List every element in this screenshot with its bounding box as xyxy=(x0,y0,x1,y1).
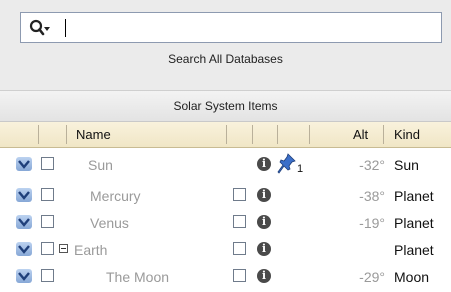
row-checkbox[interactable] xyxy=(41,242,54,255)
row-kind: Sun xyxy=(394,157,419,173)
info-icon[interactable]: i xyxy=(257,215,271,229)
column-header-alt[interactable]: Alt xyxy=(353,127,368,142)
search-input[interactable] xyxy=(68,16,428,39)
row-checkbox-secondary[interactable] xyxy=(233,269,246,282)
table-row[interactable]: Venus i -19° Planet xyxy=(0,210,451,236)
search-icon[interactable] xyxy=(29,19,51,37)
chevron-down-icon[interactable] xyxy=(16,188,32,202)
row-checkbox-secondary[interactable] xyxy=(233,215,246,228)
column-header-kind[interactable]: Kind xyxy=(394,127,420,142)
column-divider[interactable] xyxy=(226,125,227,144)
search-field[interactable] xyxy=(20,12,442,43)
row-name: Earth xyxy=(74,242,108,258)
info-icon[interactable]: i xyxy=(257,188,271,202)
column-divider[interactable] xyxy=(277,125,278,144)
row-kind: Planet xyxy=(394,188,434,204)
column-divider[interactable] xyxy=(383,125,384,144)
pin-icon[interactable] xyxy=(277,153,297,175)
info-icon[interactable]: i xyxy=(257,157,271,171)
row-checkbox-secondary[interactable] xyxy=(233,188,246,201)
row-alt: -32° xyxy=(359,157,385,173)
chevron-down-icon[interactable] xyxy=(16,242,32,256)
column-header-name[interactable]: Name xyxy=(76,127,111,142)
table-row[interactable]: The Moon i -29° Moon xyxy=(0,264,451,290)
column-header-row: Name Alt Kind xyxy=(0,122,451,148)
column-divider[interactable] xyxy=(38,125,39,144)
chevron-down-icon[interactable] xyxy=(16,157,32,171)
info-icon[interactable]: i xyxy=(257,269,271,283)
row-name: Sun xyxy=(88,157,113,173)
row-checkbox[interactable] xyxy=(41,215,54,228)
row-checkbox[interactable] xyxy=(41,269,54,282)
chevron-down-icon[interactable] xyxy=(16,269,32,283)
column-divider[interactable] xyxy=(309,125,310,144)
row-name: The Moon xyxy=(106,269,170,285)
row-kind: Moon xyxy=(394,269,430,285)
search-all-databases-button[interactable]: Search All Databases xyxy=(0,52,451,66)
row-kind: Planet xyxy=(394,242,434,258)
row-checkbox[interactable] xyxy=(41,188,54,201)
row-alt: -29° xyxy=(359,269,385,285)
column-divider[interactable] xyxy=(252,125,253,144)
search-panel: Search All Databases xyxy=(0,0,451,91)
table-row[interactable]: Earth i Planet xyxy=(0,237,451,263)
row-name: Mercury xyxy=(90,188,141,204)
row-checkbox[interactable] xyxy=(41,157,54,170)
column-divider[interactable] xyxy=(66,125,67,144)
row-kind: Planet xyxy=(394,215,434,231)
row-checkbox-secondary[interactable] xyxy=(233,242,246,255)
collapse-icon[interactable] xyxy=(59,244,68,253)
table-row[interactable]: Mercury i -38° Planet xyxy=(0,183,451,209)
section-title: Solar System Items xyxy=(0,91,451,122)
row-alt: -38° xyxy=(359,188,385,204)
pin-count: 1 xyxy=(297,163,304,175)
row-alt: -19° xyxy=(359,215,385,231)
table-row[interactable]: Sun i 1 -32° Sun xyxy=(0,152,451,178)
chevron-down-icon[interactable] xyxy=(16,215,32,229)
text-caret xyxy=(65,19,66,37)
info-icon[interactable]: i xyxy=(257,242,271,256)
row-name: Venus xyxy=(90,215,129,231)
